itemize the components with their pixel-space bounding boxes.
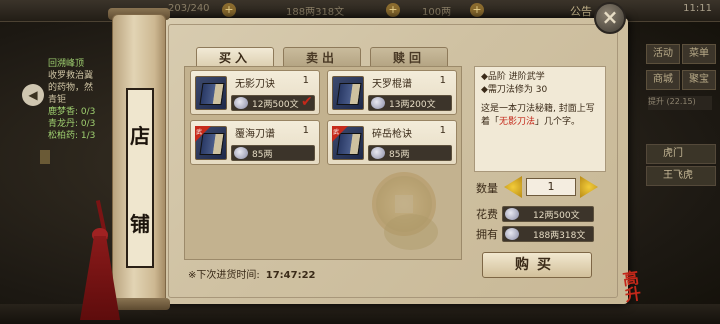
item-grade: ◆品阶 进阶武学 [481,72,545,82]
system-clock: 11:11 [683,3,712,14]
quantity-label: 数量 [476,182,498,195]
add-gold-button[interactable]: + [470,3,484,17]
item-requirement: ◆需刀法修为 30 [481,85,548,95]
silver-coin-icon [505,228,519,240]
party-card[interactable]: 虎门 [646,144,716,164]
owned-value-text: 188两318文 [533,231,586,241]
collapse-arrow-icon[interactable]: ◀ [22,84,44,106]
activity-button[interactable]: 活动 [646,44,680,64]
restock-label: ※下次进货时间: [188,270,260,281]
silver-coin-icon [234,147,248,159]
side-tab-icon[interactable] [40,150,50,164]
item-qty: 1 [439,75,446,86]
item-name: 天罗棍谱 [372,79,412,90]
item-price: 85两 [368,145,452,161]
book-icon [195,76,227,110]
buy-button[interactable]: 购买 [482,252,592,278]
restock-time: 17:47:22 [265,270,316,281]
shop-item[interactable]: 天罗棍谱 1 13两200文 [327,70,457,115]
tab-buy[interactable]: 买入 [196,47,274,67]
item-price-text: 85两 [389,150,410,160]
close-button[interactable]: × [594,2,626,34]
cost-label: 花费 [476,208,498,221]
add-money-button[interactable]: + [386,3,400,17]
resource-stamina: 203/240 [168,3,210,14]
book-icon: 武 [332,126,364,160]
coin-watermark-hole [395,195,413,213]
add-stamina-button[interactable]: + [222,3,236,17]
item-qty: 1 [439,125,446,136]
item-qty: 1 [302,75,309,86]
book-icon [332,76,364,110]
desc-suffix: 」几个字。 [535,117,581,127]
shop-title-char: 铺 [130,211,150,236]
item-name: 覆海刀谱 [235,129,275,140]
item-description: 这是一本刀法秘籍, 封面上写着「无影刀法」几个字。 [481,103,599,129]
resource-money: 188两318文 [286,7,345,18]
silver-coin-icon [371,97,385,109]
restock-timer: ※下次进货时间: 17:47:22 [188,266,316,281]
item-name: 无影刀诀 [235,79,275,90]
owned-value: 188两318文 [502,226,594,242]
item-price-text: 85两 [252,150,273,160]
item-price: 13两200文 [368,95,452,111]
coin-watermark-shadow [384,214,438,250]
region-info: 提升 (22.15) [648,96,712,110]
quantity-input[interactable]: 1 [526,178,576,196]
item-price: 85两 [231,145,315,161]
resource-gold: 100两 [422,7,452,18]
tab-sell[interactable]: 卖出 [283,47,361,67]
martial-tag-text: 武 [196,129,203,136]
menu-button[interactable]: 菜单 [682,44,716,64]
cost-value-text: 12两500文 [533,211,580,221]
item-price-text: 13两200文 [389,100,436,110]
shop-item[interactable]: 无影刀诀 1 12两500文 ✔ [190,70,320,115]
party-card[interactable]: 王飞虎 [646,166,716,186]
martial-tag-text: 武 [333,129,340,136]
item-qty: 1 [302,125,309,136]
announcement-button[interactable]: 公告 [570,3,592,19]
desc-name: 无影刀法 [499,117,536,127]
cost-value: 12两500文 [502,206,594,222]
item-price-text: 12两500文 [252,100,299,110]
silver-coin-icon [505,208,519,220]
shop-item[interactable]: 武 覆海刀谱 1 85两 [190,120,320,165]
shop-title: 店 铺 [126,88,154,268]
game-logo: 高升 [621,268,643,305]
silver-coin-icon [371,147,385,159]
item-detail: ◆品阶 进阶武学 ◆需刀法修为 30 这是一本刀法秘籍, 封面上写着「无影刀法」… [474,66,606,172]
tab-redeem[interactable]: 赎回 [370,47,448,67]
shop-title-char: 店 [130,123,150,148]
item-name: 碎岳枪诀 [372,129,412,140]
treasure-button[interactable]: 聚宝 [682,70,716,90]
silver-coin-icon [234,97,248,109]
owned-label: 拥有 [476,228,498,241]
shop-item[interactable]: 武 碎岳枪诀 1 85两 [327,120,457,165]
selected-check-icon: ✔ [301,94,313,110]
shop-button[interactable]: 商城 [646,70,680,90]
book-icon: 武 [195,126,227,160]
